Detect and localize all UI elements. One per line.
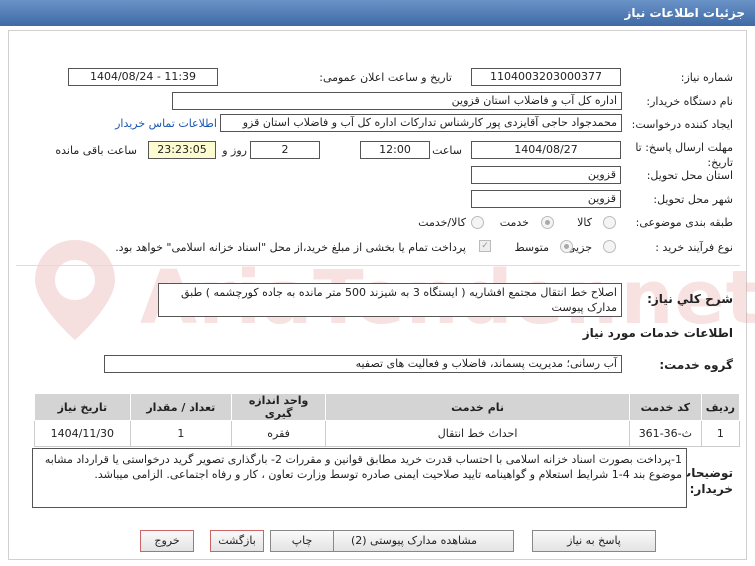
process-radio-medium[interactable] <box>560 240 573 253</box>
buyer-contact-link[interactable]: اطلاعات تماس خریدار <box>115 117 217 130</box>
delivery-city-label: شهر محل تحویل: <box>653 193 733 206</box>
deadline-label: مهلت ارسال پاسخ: تا تاریخ: <box>635 141 733 169</box>
deadline-date-field: 1404/08/27 <box>471 141 621 159</box>
cell-row: 1 <box>700 420 741 447</box>
buyer-org-label: نام دستگاه خریدار: <box>646 95 733 108</box>
th-date: تاریخ نیاز <box>34 393 131 421</box>
announce-datetime-label: تاریخ و ساعت اعلان عمومی: <box>319 71 452 84</box>
delivery-province-field: قزوین <box>471 166 621 184</box>
print-button[interactable]: چاپ <box>270 530 334 552</box>
treasury-checkbox[interactable]: ✓ <box>479 240 491 252</box>
th-name: نام خدمت <box>325 393 630 421</box>
cell-code: ث-36-361 <box>628 420 702 447</box>
th-qty: تعداد / مقدار <box>129 393 232 421</box>
days-left-field: 2 <box>250 141 320 159</box>
attachments-button[interactable]: مشاهده مدارک پیوستی (2) <box>314 530 514 552</box>
category-service-label: خدمت <box>499 216 529 229</box>
category-label: طبقه بندی موضوعی: <box>635 216 733 229</box>
th-unit: واحد اندازه گیری <box>230 393 327 421</box>
treasury-note: پرداخت تمام یا بخشی از مبلغ خرید،از محل … <box>115 241 466 254</box>
need-summary-field: اصلاح خط انتقال مجتمع افشاریه ( ایستگاه … <box>158 283 622 317</box>
requester-label: ایجاد کننده درخواست: <box>631 118 733 131</box>
th-code: کد خدمت <box>628 393 702 421</box>
requester-field: محمدجواد حاجی آقایزدی پور کارشناس تدارکا… <box>220 114 622 132</box>
remaining-label: ساعت باقی مانده <box>55 144 137 157</box>
day-and-label: روز و <box>222 144 247 157</box>
deadline-time-field: 12:00 <box>360 141 430 159</box>
need-summary-label: شرح کلي نياز: <box>647 292 733 306</box>
process-medium-label: متوسط <box>514 241 549 254</box>
need-number-field: 1104003203000377 <box>471 68 621 86</box>
watermark-logo-icon <box>35 240 115 340</box>
delivery-city-field: قزوین <box>471 190 621 208</box>
window-title: جزئیات اطلاعات نیاز <box>0 0 755 26</box>
service-group-label: گروه خدمت: <box>659 358 733 372</box>
exit-button[interactable]: خروج <box>140 530 194 552</box>
section-divider <box>16 265 740 266</box>
back-button[interactable]: بازگشت <box>210 530 264 552</box>
th-row: ردیف <box>700 393 741 421</box>
table-row: 1 ث-36-361 احداث خط انتقال فقره 1 1404/1… <box>34 420 741 447</box>
buyer-notes-field: 1-پرداخت بصورت اسناد خزانه اسلامی با احت… <box>32 448 687 508</box>
process-type-label: نوع فرآیند خرید : <box>655 241 733 254</box>
table-header-row: ردیف کد خدمت نام خدمت واحد اندازه گیری ت… <box>34 393 741 421</box>
process-radio-minor[interactable] <box>603 240 616 253</box>
deadline-time-word: ساعت <box>432 144 462 157</box>
cell-unit: فقره <box>230 420 327 447</box>
category-goods-service-label: کالا/خدمت <box>418 216 466 229</box>
services-table: ردیف کد خدمت نام خدمت واحد اندازه گیری ت… <box>34 393 741 447</box>
delivery-province-label: استان محل تحویل: <box>646 169 733 182</box>
cell-qty: 1 <box>129 420 232 447</box>
service-group-field: آب رسانی؛ مدیریت پسماند، فاضلاب و فعالیت… <box>104 355 622 373</box>
cell-date: 1404/11/30 <box>34 420 131 447</box>
buyer-org-field: اداره کل آب و فاضلاب استان قزوین <box>172 92 622 110</box>
category-radio-goods[interactable] <box>603 216 616 229</box>
need-number-label: شماره نیاز: <box>680 71 733 84</box>
services-info-heading: اطلاعات خدمات مورد نیاز <box>582 326 733 340</box>
announce-datetime-field: 1404/08/24 - 11:39 <box>68 68 218 86</box>
category-goods-label: کالا <box>577 216 592 229</box>
category-radio-goods-service[interactable] <box>471 216 484 229</box>
reply-button[interactable]: پاسخ به نیاز <box>532 530 656 552</box>
time-left-field: 23:23:05 <box>148 141 216 159</box>
category-radio-service[interactable] <box>541 216 554 229</box>
cell-name: احداث خط انتقال <box>325 420 630 447</box>
